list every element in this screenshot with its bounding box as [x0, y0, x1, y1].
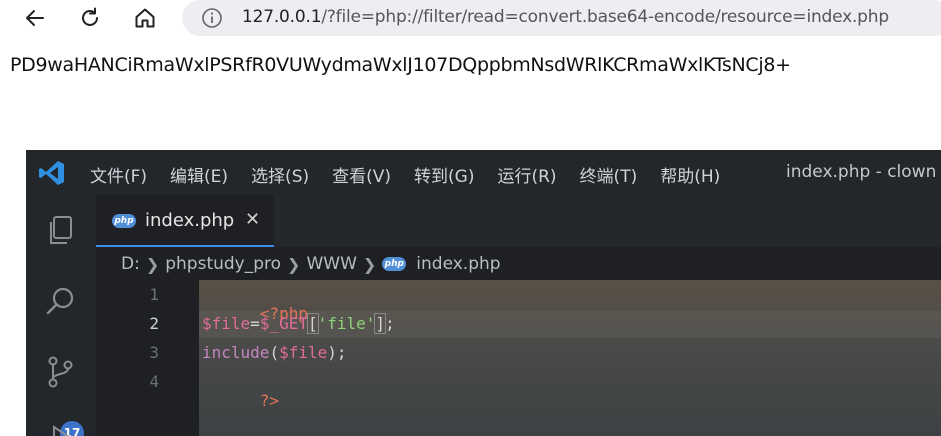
vscode-window: 文件(F) 编辑(E) 选择(S) 查看(V) 转到(G) 运行(R) 终端(T…: [26, 150, 941, 436]
search-icon[interactable]: [44, 285, 78, 319]
url-text[interactable]: 127.0.0.1/?file=php://filter/read=conver…: [242, 7, 889, 27]
close-icon[interactable]: ✕: [245, 209, 260, 230]
home-button[interactable]: [129, 3, 161, 33]
line-number: 2: [149, 314, 159, 333]
menu-view[interactable]: 查看(V): [332, 162, 391, 187]
code-token: [: [307, 313, 319, 334]
code-token: $file: [202, 314, 251, 333]
line-number: 4: [149, 372, 159, 391]
address-bar[interactable]: 127.0.0.1/?file=php://filter/read=conver…: [182, 0, 941, 36]
code-token: =: [250, 314, 260, 333]
breadcrumb-file[interactable]: index.php: [416, 254, 500, 274]
reload-icon: [82, 7, 98, 26]
window-title: index.php - clown -: [786, 162, 941, 182]
chevron-right-icon: ❯: [362, 254, 377, 274]
activity-bar: 17: [26, 195, 96, 436]
code-line-2: $file=$_GET['file'];: [202, 313, 395, 334]
code-token: $file: [279, 343, 328, 362]
breadcrumb-drive[interactable]: D:: [121, 254, 140, 274]
code-token: );: [327, 343, 347, 362]
browser-toolbar: 127.0.0.1/?file=php://filter/read=conver…: [0, 0, 941, 38]
code-line-3: include($file);: [202, 343, 347, 362]
breadcrumb-phpstudy[interactable]: phpstudy_pro: [165, 254, 281, 274]
line-number-gutter: 1 2 3 4: [96, 280, 199, 436]
code-editor[interactable]: 1 2 3 4 <?php $file=$_GET['file']; inclu…: [96, 280, 941, 436]
php-file-icon: php: [382, 257, 407, 271]
back-arrow-icon: [26, 10, 44, 26]
breadcrumb-www[interactable]: WWW: [306, 254, 356, 274]
code-token: include: [202, 343, 270, 362]
menu-edit[interactable]: 编辑(E): [170, 162, 228, 187]
title-bar: 文件(F) 编辑(E) 选择(S) 查看(V) 转到(G) 运行(R) 终端(T…: [26, 150, 941, 195]
menu-terminal[interactable]: 终端(T): [580, 162, 638, 187]
menu-help[interactable]: 帮助(H): [660, 162, 720, 187]
tab-label: index.php: [145, 210, 235, 231]
breadcrumb: D: ❯ phpstudy_pro ❯ WWW ❯ php index.php: [121, 254, 501, 274]
code-token: ]: [374, 313, 387, 334]
php-file-icon: php: [112, 214, 136, 228]
chevron-right-icon: ❯: [145, 254, 160, 274]
tab-index-php[interactable]: php index.php ✕: [96, 195, 274, 247]
info-icon[interactable]: [200, 6, 224, 30]
home-icon: [135, 8, 155, 28]
back-button[interactable]: [19, 3, 51, 33]
code-token: $_GET: [259, 314, 308, 333]
line-number: 1: [149, 285, 159, 304]
chevron-right-icon: ❯: [287, 254, 301, 274]
menu-selection[interactable]: 选择(S): [251, 162, 309, 187]
menu-run[interactable]: 运行(R): [497, 162, 556, 187]
source-control-icon[interactable]: [44, 355, 78, 389]
line-number: 3: [149, 343, 159, 362]
explorer-icon[interactable]: [44, 213, 78, 247]
menu-file[interactable]: 文件(F): [90, 162, 147, 187]
code-token: 'file': [317, 314, 376, 333]
url-host: 127.0.0.1: [242, 7, 322, 27]
tab-bar: php index.php ✕: [96, 195, 941, 247]
menu-bar: 文件(F) 编辑(E) 选择(S) 查看(V) 转到(G) 运行(R) 终端(T…: [90, 162, 720, 187]
php-close-tag: ?>: [259, 391, 280, 410]
vscode-logo-icon: [39, 161, 64, 185]
url-path: /?file=php://filter/read=convert.base64-…: [321, 7, 889, 27]
code-line-4: ?>: [202, 372, 279, 429]
code-token: (: [269, 343, 280, 362]
menu-go[interactable]: 转到(G): [414, 162, 474, 187]
page-output-text: PD9waHANCiRmaWxlPSRfR0VUWydmaWxlJ107DQpp…: [10, 54, 791, 76]
run-debug-icon[interactable]: [44, 423, 78, 436]
code-token: ;: [385, 314, 395, 333]
reload-button[interactable]: [74, 3, 106, 33]
